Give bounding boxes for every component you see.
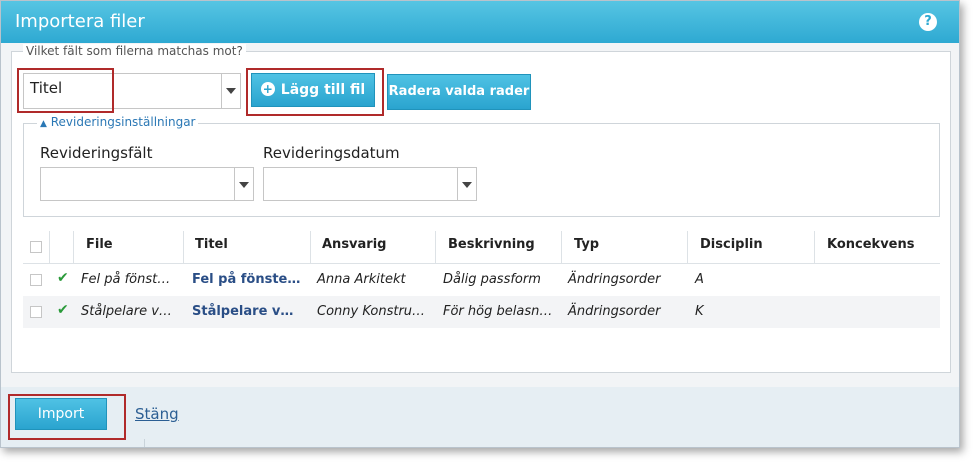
delete-rows-button[interactable]: Radera valda rader [387, 74, 531, 110]
column-header-consequence[interactable]: Koncekvens [827, 237, 914, 252]
footer-divider [144, 439, 145, 447]
column-divider [183, 231, 184, 263]
column-divider [310, 231, 311, 263]
dialog-titlebar: Importera filer ? [1, 1, 959, 43]
column-divider [49, 231, 50, 263]
row-type: Ändringsorder [568, 304, 661, 319]
revision-date-label: Revideringsdatum [263, 144, 400, 162]
row-discipline: K [695, 304, 704, 319]
row-owner: Anna Arkitekt [317, 272, 406, 287]
row-discipline: A [695, 272, 704, 287]
column-header-file[interactable]: File [86, 237, 113, 252]
chevron-down-icon[interactable] [234, 168, 253, 200]
column-divider [73, 231, 74, 263]
revision-date-select[interactable] [263, 167, 477, 201]
chevron-down-icon[interactable] [221, 74, 240, 108]
match-select-highlight [17, 68, 114, 113]
revision-toggle[interactable]: ▲ Revideringsinställningar [37, 115, 199, 129]
column-divider [435, 231, 436, 263]
row-checkbox[interactable] [30, 306, 42, 318]
checkmark-icon: ✔ [57, 302, 69, 318]
select-all-checkbox[interactable] [30, 241, 42, 253]
table-row[interactable]: ✔ Stålpelare v… Stålpelare v… Conny Kons… [23, 296, 940, 328]
column-header-discipline[interactable]: Disciplin [700, 237, 763, 252]
chevron-down-icon[interactable] [457, 168, 476, 200]
revision-field-select[interactable] [40, 167, 254, 201]
row-type: Ändringsorder [568, 272, 661, 287]
column-header-owner[interactable]: Ansvarig [322, 237, 386, 252]
column-divider [814, 231, 815, 263]
column-header-description[interactable]: Beskrivning [448, 237, 535, 252]
help-icon[interactable]: ? [919, 13, 937, 31]
row-description: För hög belasn… [443, 304, 553, 319]
column-header-title[interactable]: Titel [195, 237, 228, 252]
column-header-type[interactable]: Typ [574, 237, 599, 252]
row-title[interactable]: Fel på fönste… [192, 272, 300, 287]
revision-field-label: Revideringsfält [40, 144, 153, 162]
row-file: Stålpelare v… [81, 304, 172, 319]
row-description: Dålig passform [443, 272, 541, 287]
column-divider [687, 231, 688, 263]
import-dialog: Importera filer ? Vilket fält som filern… [0, 0, 960, 448]
row-title[interactable]: Stålpelare v… [192, 304, 293, 319]
match-legend: Vilket fält som filerna matchas mot? [23, 44, 246, 58]
column-divider [561, 231, 562, 263]
import-highlight [8, 394, 126, 440]
caret-up-icon: ▲ [40, 119, 47, 129]
row-checkbox[interactable] [30, 274, 42, 286]
add-file-highlight [246, 68, 384, 116]
checkmark-icon: ✔ [57, 270, 69, 286]
row-file: Fel på fönst… [81, 272, 171, 287]
dialog-title: Importera filer [15, 11, 145, 32]
revision-legend: Revideringsinställningar [50, 115, 196, 129]
close-link[interactable]: Stäng [135, 405, 179, 423]
table-row[interactable]: ✔ Fel på fönst… Fel på fönste… Anna Arki… [23, 264, 940, 296]
row-owner: Conny Konstru… [317, 304, 426, 319]
